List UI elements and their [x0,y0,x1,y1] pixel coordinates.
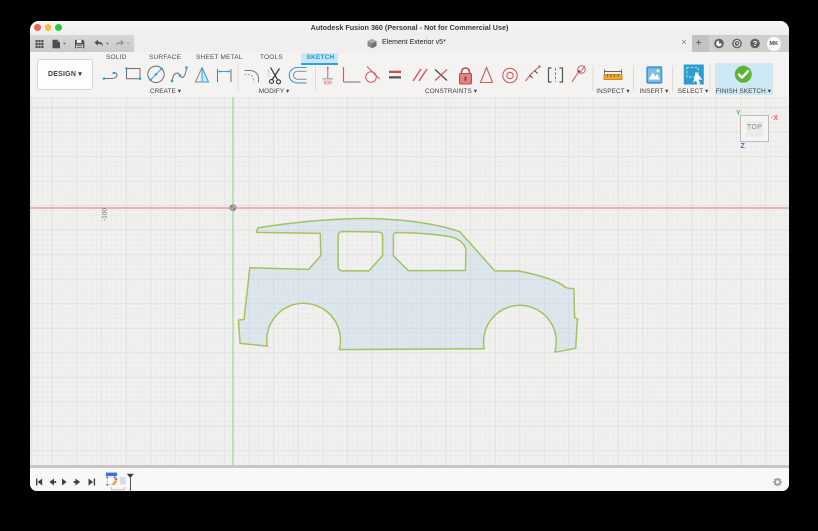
svg-text:?: ? [753,39,758,48]
svg-text:999: 999 [324,81,333,87]
